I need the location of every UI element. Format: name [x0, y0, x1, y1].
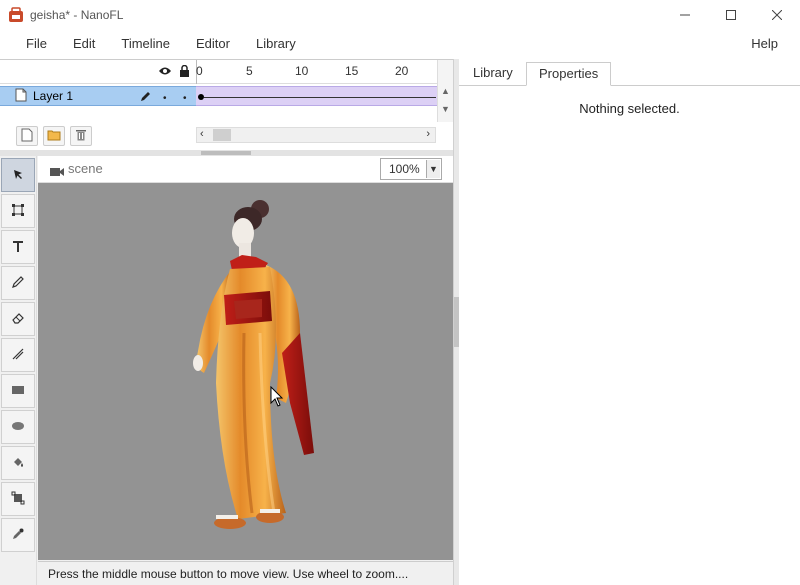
gradient-icon — [11, 491, 25, 508]
pencil-icon[interactable] — [139, 90, 152, 106]
timeline-vertical-scrollbar[interactable]: ▲ ▼ — [437, 60, 453, 122]
zoom-value[interactable]: 100% — [389, 162, 420, 176]
minimize-icon[interactable] — [662, 0, 708, 30]
menu-bar: File Edit Timeline Editor Library Help — [0, 30, 800, 58]
tab-properties[interactable]: Properties — [526, 62, 612, 86]
window-title: geisha* - NanoFL — [30, 8, 124, 22]
text-icon — [11, 239, 25, 256]
pencil-icon — [11, 275, 25, 292]
menu-editor[interactable]: Editor — [183, 30, 243, 58]
eyedropper-tool[interactable] — [1, 518, 35, 552]
frames-row[interactable] — [196, 86, 437, 106]
menu-timeline[interactable]: Timeline — [108, 30, 183, 58]
gradient-tool[interactable] — [1, 482, 35, 516]
ruler-label: 0 — [196, 64, 203, 78]
new-layer-icon — [21, 128, 33, 145]
menu-file[interactable]: File — [0, 30, 60, 58]
left-panel: 0 5 10 15 20 2 Layer 1 • • ▲ ▼ — [0, 59, 453, 585]
menu-help[interactable]: Help — [751, 30, 778, 58]
menu-edit[interactable]: Edit — [60, 30, 108, 58]
properties-empty-message: Nothing selected. — [579, 101, 680, 116]
chevron-up-icon[interactable]: ▲ — [441, 86, 450, 96]
fill-tool[interactable] — [1, 446, 35, 480]
status-bar: Press the middle mouse button to move vi… — [38, 561, 453, 585]
layer-name[interactable]: Layer 1 — [33, 89, 73, 103]
rectangle-tool[interactable] — [1, 374, 35, 408]
eye-icon[interactable] — [158, 65, 172, 80]
lock-dot-icon[interactable]: • — [183, 93, 187, 104]
frame-ruler[interactable]: 0 5 10 15 20 2 — [196, 60, 451, 84]
title-bar: geisha* - NanoFL — [0, 0, 800, 30]
delete-layer-button[interactable] — [70, 126, 92, 146]
panel-tabs: Library Properties — [459, 59, 800, 86]
chevron-left-icon[interactable]: ‹ — [200, 128, 204, 140]
new-folder-button[interactable] — [43, 126, 65, 146]
frames-span — [204, 97, 436, 98]
line-tool[interactable] — [1, 338, 35, 372]
timeline: 0 5 10 15 20 2 Layer 1 • • ▲ ▼ — [0, 59, 453, 156]
ellipse-tool[interactable] — [1, 410, 35, 444]
tab-library[interactable]: Library — [461, 62, 525, 86]
timeline-horizontal-scrollbar[interactable]: ‹ › — [196, 127, 436, 143]
ruler-label: 10 — [295, 64, 309, 78]
timeline-toolbar: ‹ › — [0, 122, 453, 150]
camera-icon — [50, 165, 64, 180]
eyedropper-icon — [11, 527, 25, 544]
chevron-down-icon[interactable]: ▼ — [426, 160, 440, 178]
layer-row[interactable]: Layer 1 • • — [0, 86, 196, 106]
ruler-label: 5 — [246, 64, 253, 78]
ellipse-icon — [11, 420, 25, 435]
app-icon — [8, 7, 24, 23]
close-icon[interactable] — [754, 0, 800, 30]
visibility-dot-icon[interactable]: • — [163, 93, 167, 104]
trash-icon — [75, 128, 87, 144]
zoom-select[interactable]: 100% ▼ — [380, 158, 442, 180]
folder-icon — [47, 129, 61, 144]
ruler-label: 15 — [345, 64, 359, 78]
layer-icon — [15, 88, 27, 105]
ruler-label: 20 — [395, 64, 409, 78]
mouse-cursor-icon — [270, 386, 284, 407]
chevron-right-icon[interactable]: › — [426, 128, 430, 140]
maximize-icon[interactable] — [708, 0, 754, 30]
arrow-icon — [11, 167, 25, 184]
eraser-icon — [11, 311, 25, 328]
transform-icon — [11, 203, 25, 220]
toolbox — [0, 156, 37, 585]
text-tool[interactable] — [1, 230, 35, 264]
scene-breadcrumb[interactable]: scene — [68, 161, 103, 176]
chevron-down-icon[interactable]: ▼ — [441, 104, 450, 114]
stage-canvas[interactable] — [38, 183, 453, 560]
scene-header: scene 100% ▼ — [38, 156, 453, 183]
lock-icon[interactable] — [179, 64, 190, 80]
menu-library[interactable]: Library — [243, 30, 309, 58]
geisha-figure[interactable] — [38, 183, 453, 560]
transform-tool[interactable] — [1, 194, 35, 228]
rectangle-icon — [11, 384, 25, 399]
new-layer-button[interactable] — [16, 126, 38, 146]
paint-bucket-icon — [11, 455, 25, 472]
eraser-tool[interactable] — [1, 302, 35, 336]
status-message: Press the middle mouse button to move vi… — [48, 567, 409, 581]
pencil-tool[interactable] — [1, 266, 35, 300]
timeline-header: 0 5 10 15 20 2 — [0, 60, 451, 84]
scrollbar-thumb[interactable] — [213, 129, 231, 141]
line-icon — [11, 347, 25, 364]
right-panel: Library Properties Nothing selected. — [459, 59, 800, 585]
select-tool[interactable] — [1, 158, 35, 192]
splitter-grip[interactable] — [201, 151, 251, 155]
